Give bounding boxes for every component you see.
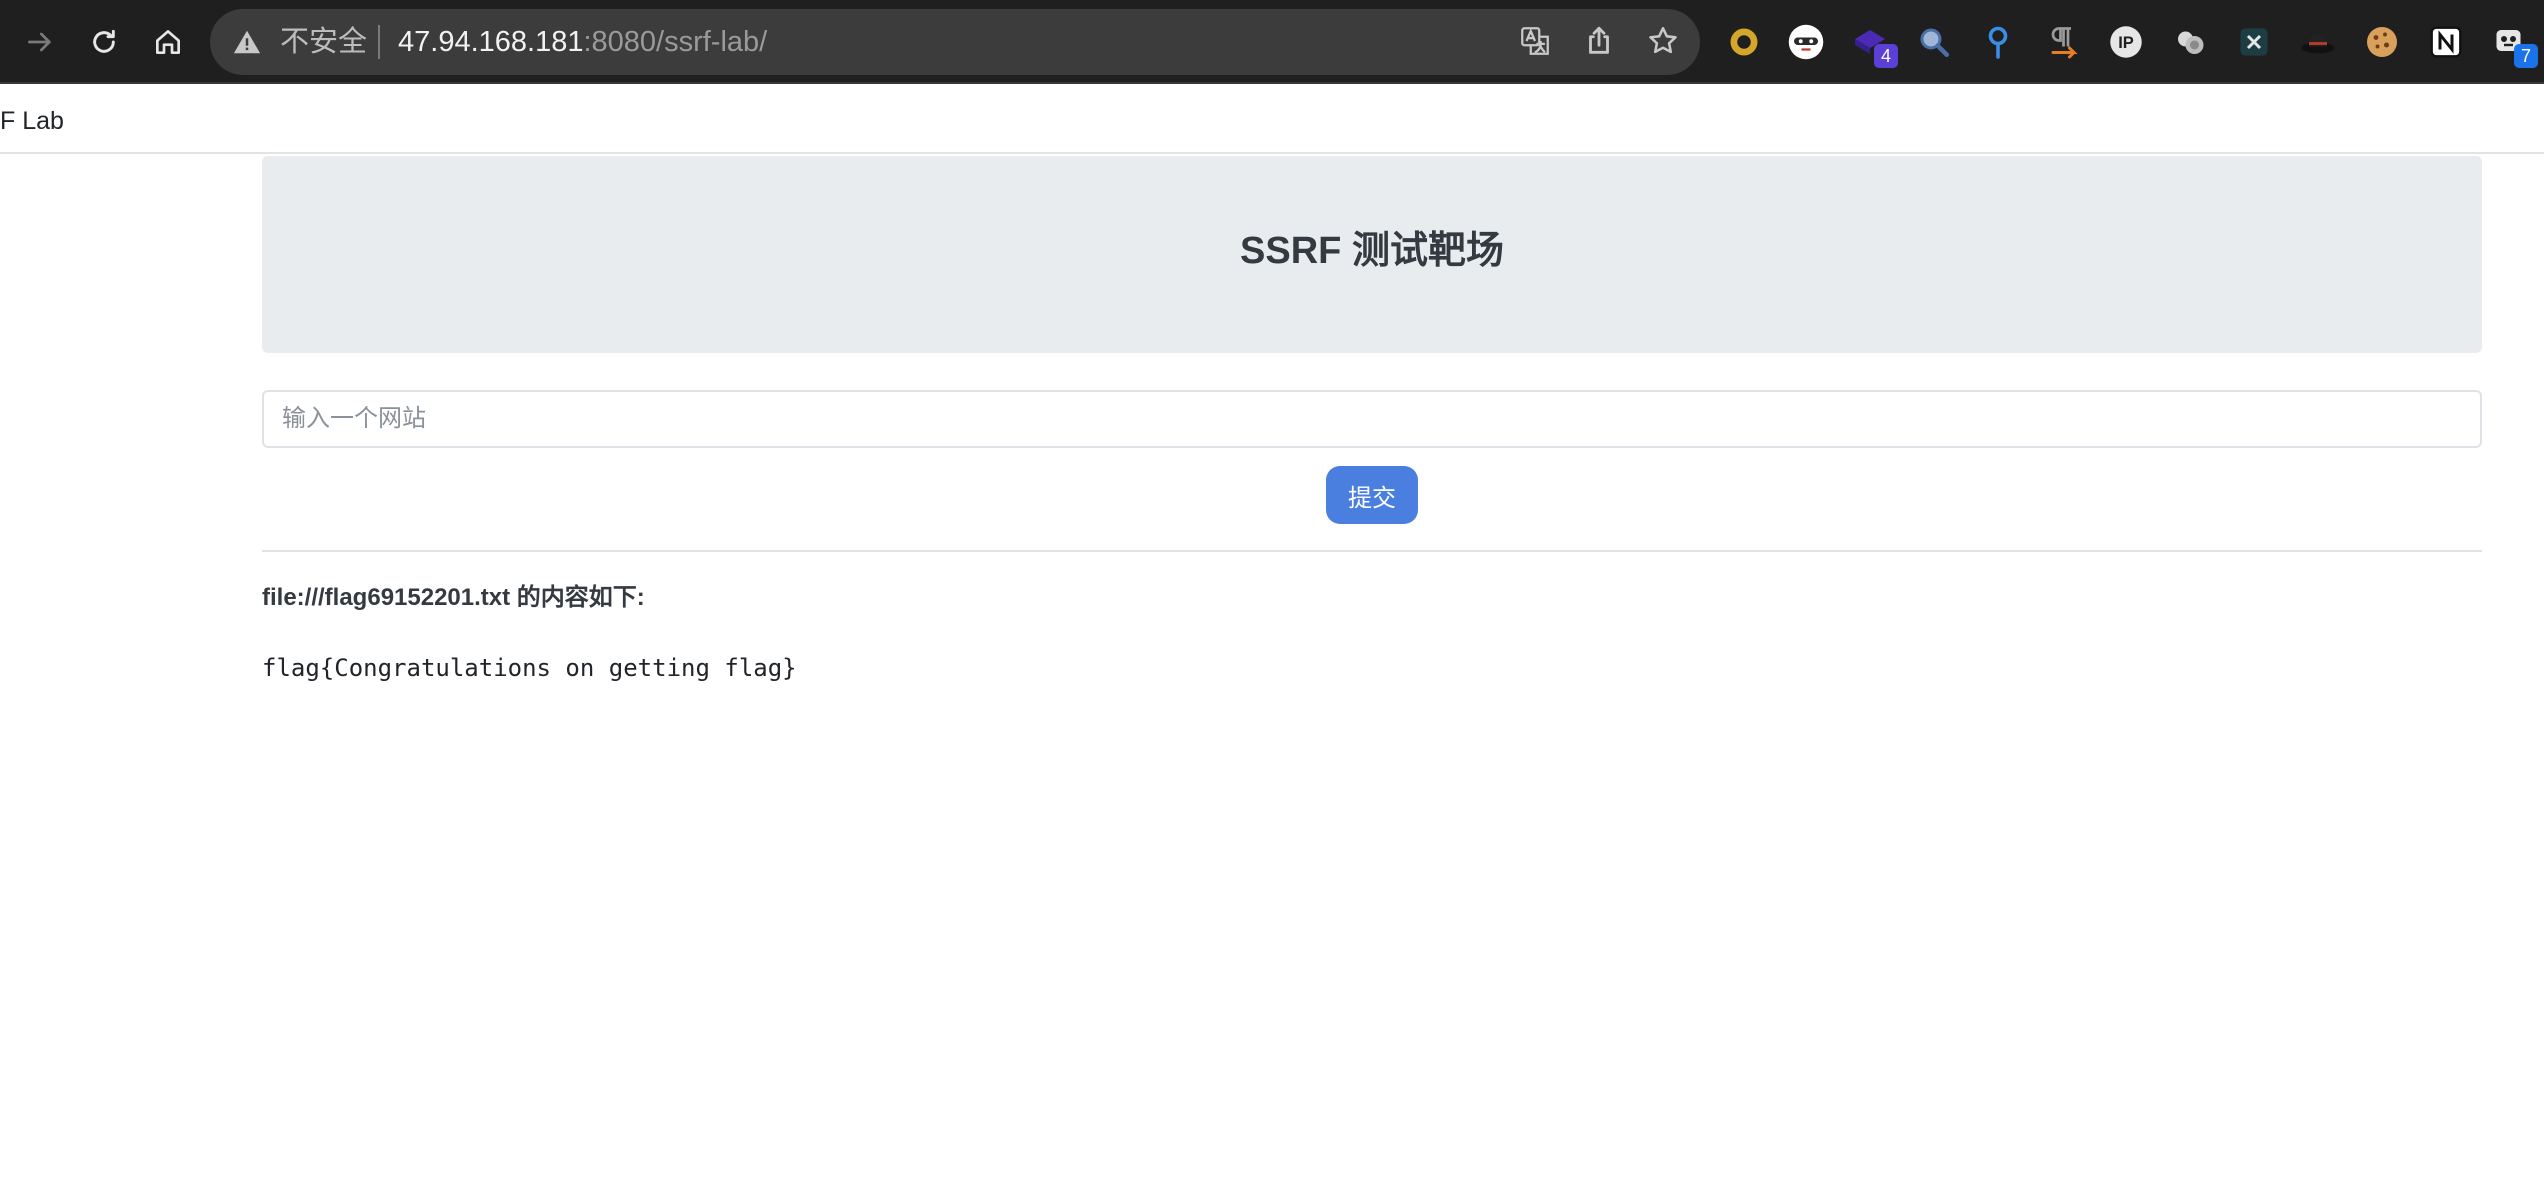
pin-icon	[1988, 26, 2008, 59]
url-input[interactable]	[262, 390, 2482, 448]
extension-pilcrow[interactable]	[2042, 22, 2082, 62]
navbar-brand[interactable]: F Lab	[0, 106, 64, 136]
ip-icon: IP	[2110, 26, 2142, 58]
reload-icon	[93, 29, 115, 53]
extension-cookie[interactable]	[2362, 22, 2402, 62]
page-navbar: F Lab	[0, 86, 2544, 154]
extension-badge: 7	[2514, 44, 2538, 68]
extension-notion[interactable]	[2426, 22, 2466, 62]
extension-hat[interactable]	[2298, 22, 2338, 62]
browser-toolbar: 不安全 47.94.168.181:8080/ssrf-lab/ 4 IP 7	[0, 0, 2544, 84]
notion-icon	[2430, 26, 2462, 58]
url-path: :8080/ssrf-lab/	[583, 26, 768, 58]
url-text[interactable]: 47.94.168.181:8080/ssrf-lab/	[398, 24, 767, 60]
magnifier-icon	[1920, 28, 1949, 57]
warning-triangle-icon[interactable]	[232, 27, 262, 57]
masked-face-icon	[1788, 24, 1824, 60]
extension-ip[interactable]: IP	[2106, 22, 2146, 62]
hero-banner: SSRF 测试靶场	[262, 156, 2482, 353]
extension-masked-face[interactable]	[1786, 22, 1826, 62]
extension-purple-gem[interactable]: 4	[1850, 22, 1898, 68]
result-content: flag{Congratulations on getting flag}	[262, 654, 797, 682]
extension-pin[interactable]	[1978, 22, 2018, 62]
svg-text:IP: IP	[2118, 34, 2134, 52]
yellow-ring-icon	[1730, 28, 1758, 56]
forward-button[interactable]	[18, 20, 62, 64]
hat-icon	[2301, 34, 2335, 54]
security-label[interactable]: 不安全	[280, 25, 367, 59]
home-icon	[156, 30, 180, 54]
extension-magnifier[interactable]	[1914, 22, 1954, 62]
cookie-icon	[2367, 27, 2397, 57]
extension-bubbles[interactable]	[2170, 22, 2210, 62]
url-host: 47.94.168.181	[398, 26, 584, 58]
extension-x-box[interactable]	[2234, 22, 2274, 62]
reload-button[interactable]	[82, 20, 126, 64]
extension-badge: 4	[1874, 44, 1898, 68]
extension-yellow-ring[interactable]	[1724, 22, 1764, 62]
bubbles-icon	[2178, 31, 2204, 54]
omnibox-divider	[378, 25, 380, 59]
extension-robot[interactable]: 7	[2490, 22, 2538, 68]
share-icon[interactable]	[1582, 24, 1618, 60]
address-bar[interactable]: 不安全 47.94.168.181:8080/ssrf-lab/	[210, 9, 1700, 75]
divider	[262, 550, 2482, 552]
page-title: SSRF 测试靶场	[1240, 230, 1504, 272]
submit-button[interactable]: 提交	[1326, 466, 1418, 524]
bookmark-star-icon[interactable]	[1646, 24, 1682, 60]
x-box-icon	[2240, 28, 2268, 56]
translate-icon[interactable]	[1518, 24, 1554, 60]
pilcrow-arrow-icon	[2051, 27, 2078, 59]
home-button[interactable]	[146, 20, 190, 64]
forward-arrow-icon	[28, 32, 51, 52]
result-heading: file:///flag69152201.txt 的内容如下:	[262, 584, 645, 611]
